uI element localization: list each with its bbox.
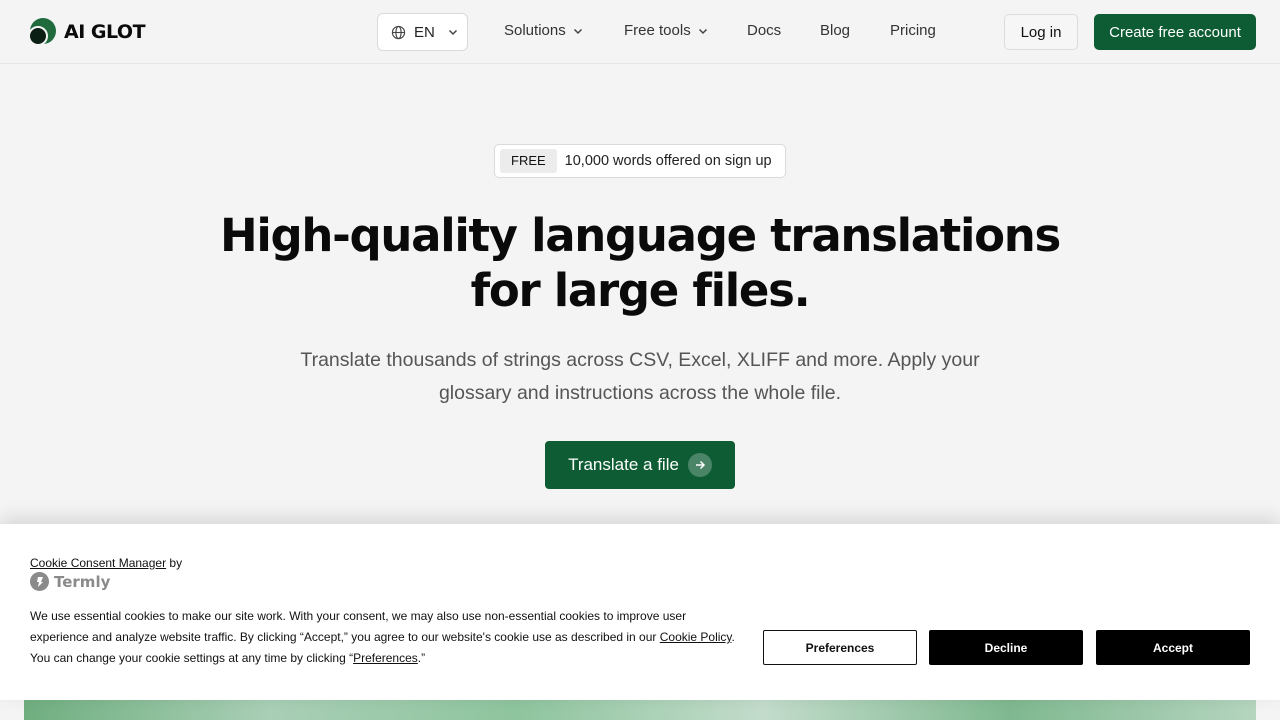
cookie-manager-heading: Cookie Consent Manager by [30,556,182,570]
promo-text: 10,000 words offered on sign up [564,153,772,169]
cookie-preferences-link[interactable]: Preferences [353,651,418,665]
hero-title: High-quality language translations for l… [0,208,1280,318]
hero-title-line1: High-quality language translations [220,209,1061,262]
nav-blog[interactable]: Blog [820,22,850,39]
create-account-button[interactable]: Create free account [1094,14,1256,50]
hero-subtitle: Translate thousands of strings across CS… [300,349,980,404]
globe-icon [391,25,406,39]
cookie-manager-link[interactable]: Cookie Consent Manager [30,556,166,570]
termly-text: Termly [54,572,111,591]
translate-file-label: Translate a file [568,455,679,474]
cookie-policy-link[interactable]: Cookie Policy [660,630,732,644]
logo-text: AI GLOT [64,21,146,43]
nav-pricing[interactable]: Pricing [890,22,936,39]
logo-icon [28,18,56,46]
nav-solutions[interactable]: Solutions [504,22,584,39]
arrow-right-icon [687,453,712,477]
cookie-text-part1: We use essential cookies to make our sit… [30,609,687,644]
login-button[interactable]: Log in [1004,14,1078,50]
cookie-description: We use essential cookies to make our sit… [30,606,745,669]
preferences-button[interactable]: Preferences [763,630,917,665]
cookie-by-text: by [169,556,183,570]
nav-free-tools-label: Free tools [624,22,691,39]
hero-title-line2: for large files. [470,264,811,317]
termly-icon [30,572,49,591]
nav-free-tools[interactable]: Free tools [624,22,709,39]
nav-solutions-label: Solutions [504,22,566,39]
chevron-down-icon [573,28,582,34]
cookie-text-part3: .” [417,651,426,665]
translate-file-button[interactable]: Translate a file [545,441,735,489]
language-label: EN [414,23,435,41]
language-selector[interactable]: EN [377,13,468,51]
logo[interactable]: AI GLOT [28,18,146,46]
chevron-down-icon [448,29,457,36]
free-badge: FREE [500,149,557,173]
chevron-down-icon [698,28,707,34]
accept-button[interactable]: Accept [1096,630,1250,665]
termly-logo: Termly [30,572,110,591]
nav-docs[interactable]: Docs [747,22,781,39]
site-header: AI GLOT EN Solutions Free tools Docs Blo… [0,0,1280,64]
promo-banner: FREE 10,000 words offered on sign up [494,144,786,178]
decline-button[interactable]: Decline [929,630,1083,665]
cookie-consent-banner: Cookie Consent Manager by Termly We use … [0,524,1280,700]
